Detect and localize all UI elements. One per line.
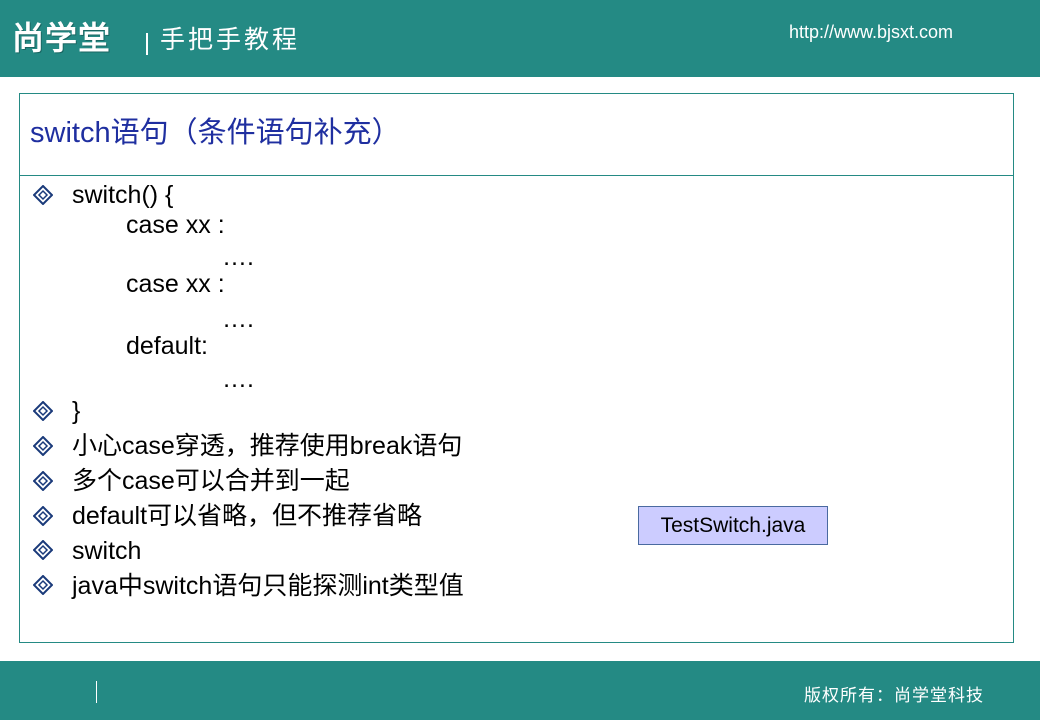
footer-divider bbox=[96, 681, 97, 703]
code-line: default: bbox=[126, 332, 209, 360]
slide-panel: switch语句（条件语句补充） switch() { case xx : ….… bbox=[19, 93, 1014, 643]
footer-bar: 版权所有：尚学堂科技 bbox=[0, 661, 1040, 720]
diamond-bullet-icon bbox=[33, 436, 53, 456]
file-link-box[interactable]: TestSwitch.java bbox=[638, 506, 828, 545]
bullet-item: switch bbox=[72, 537, 142, 565]
diamond-bullet-icon bbox=[33, 540, 53, 560]
header-tagline: 手把手教程 bbox=[160, 25, 301, 54]
diamond-bullet-icon bbox=[33, 185, 53, 205]
code-line: …. bbox=[222, 243, 254, 271]
bullet-item: } bbox=[72, 397, 81, 425]
bullet-item: 多个case可以合并到一起 bbox=[72, 467, 350, 495]
slide-body: switch() { case xx : …. case xx : …. def… bbox=[20, 94, 1013, 642]
copyright-text: 版权所有：尚学堂科技 bbox=[804, 686, 984, 706]
code-line: …. bbox=[222, 365, 254, 393]
bullet-item: java中switch语句只能探测int类型值 bbox=[72, 572, 464, 600]
code-line: switch() { bbox=[72, 181, 174, 209]
header-bar: 尚学堂 手把手教程 http://www.bjsxt.com bbox=[0, 0, 1040, 77]
diamond-bullet-icon bbox=[33, 471, 53, 491]
bullet-item: default可以省略，但不推荐省略 bbox=[72, 502, 423, 530]
logo: 尚学堂 bbox=[12, 19, 112, 57]
bullet-item: 小心case穿透，推荐使用break语句 bbox=[72, 432, 463, 460]
header-url[interactable]: http://www.bjsxt.com bbox=[789, 22, 953, 43]
code-line: case xx : bbox=[126, 211, 225, 239]
diamond-bullet-icon bbox=[33, 575, 53, 595]
diamond-bullet-icon bbox=[33, 401, 53, 421]
header-divider bbox=[146, 33, 148, 55]
diamond-bullet-icon bbox=[33, 506, 53, 526]
code-line: …. bbox=[222, 305, 254, 333]
code-line: case xx : bbox=[126, 270, 225, 298]
